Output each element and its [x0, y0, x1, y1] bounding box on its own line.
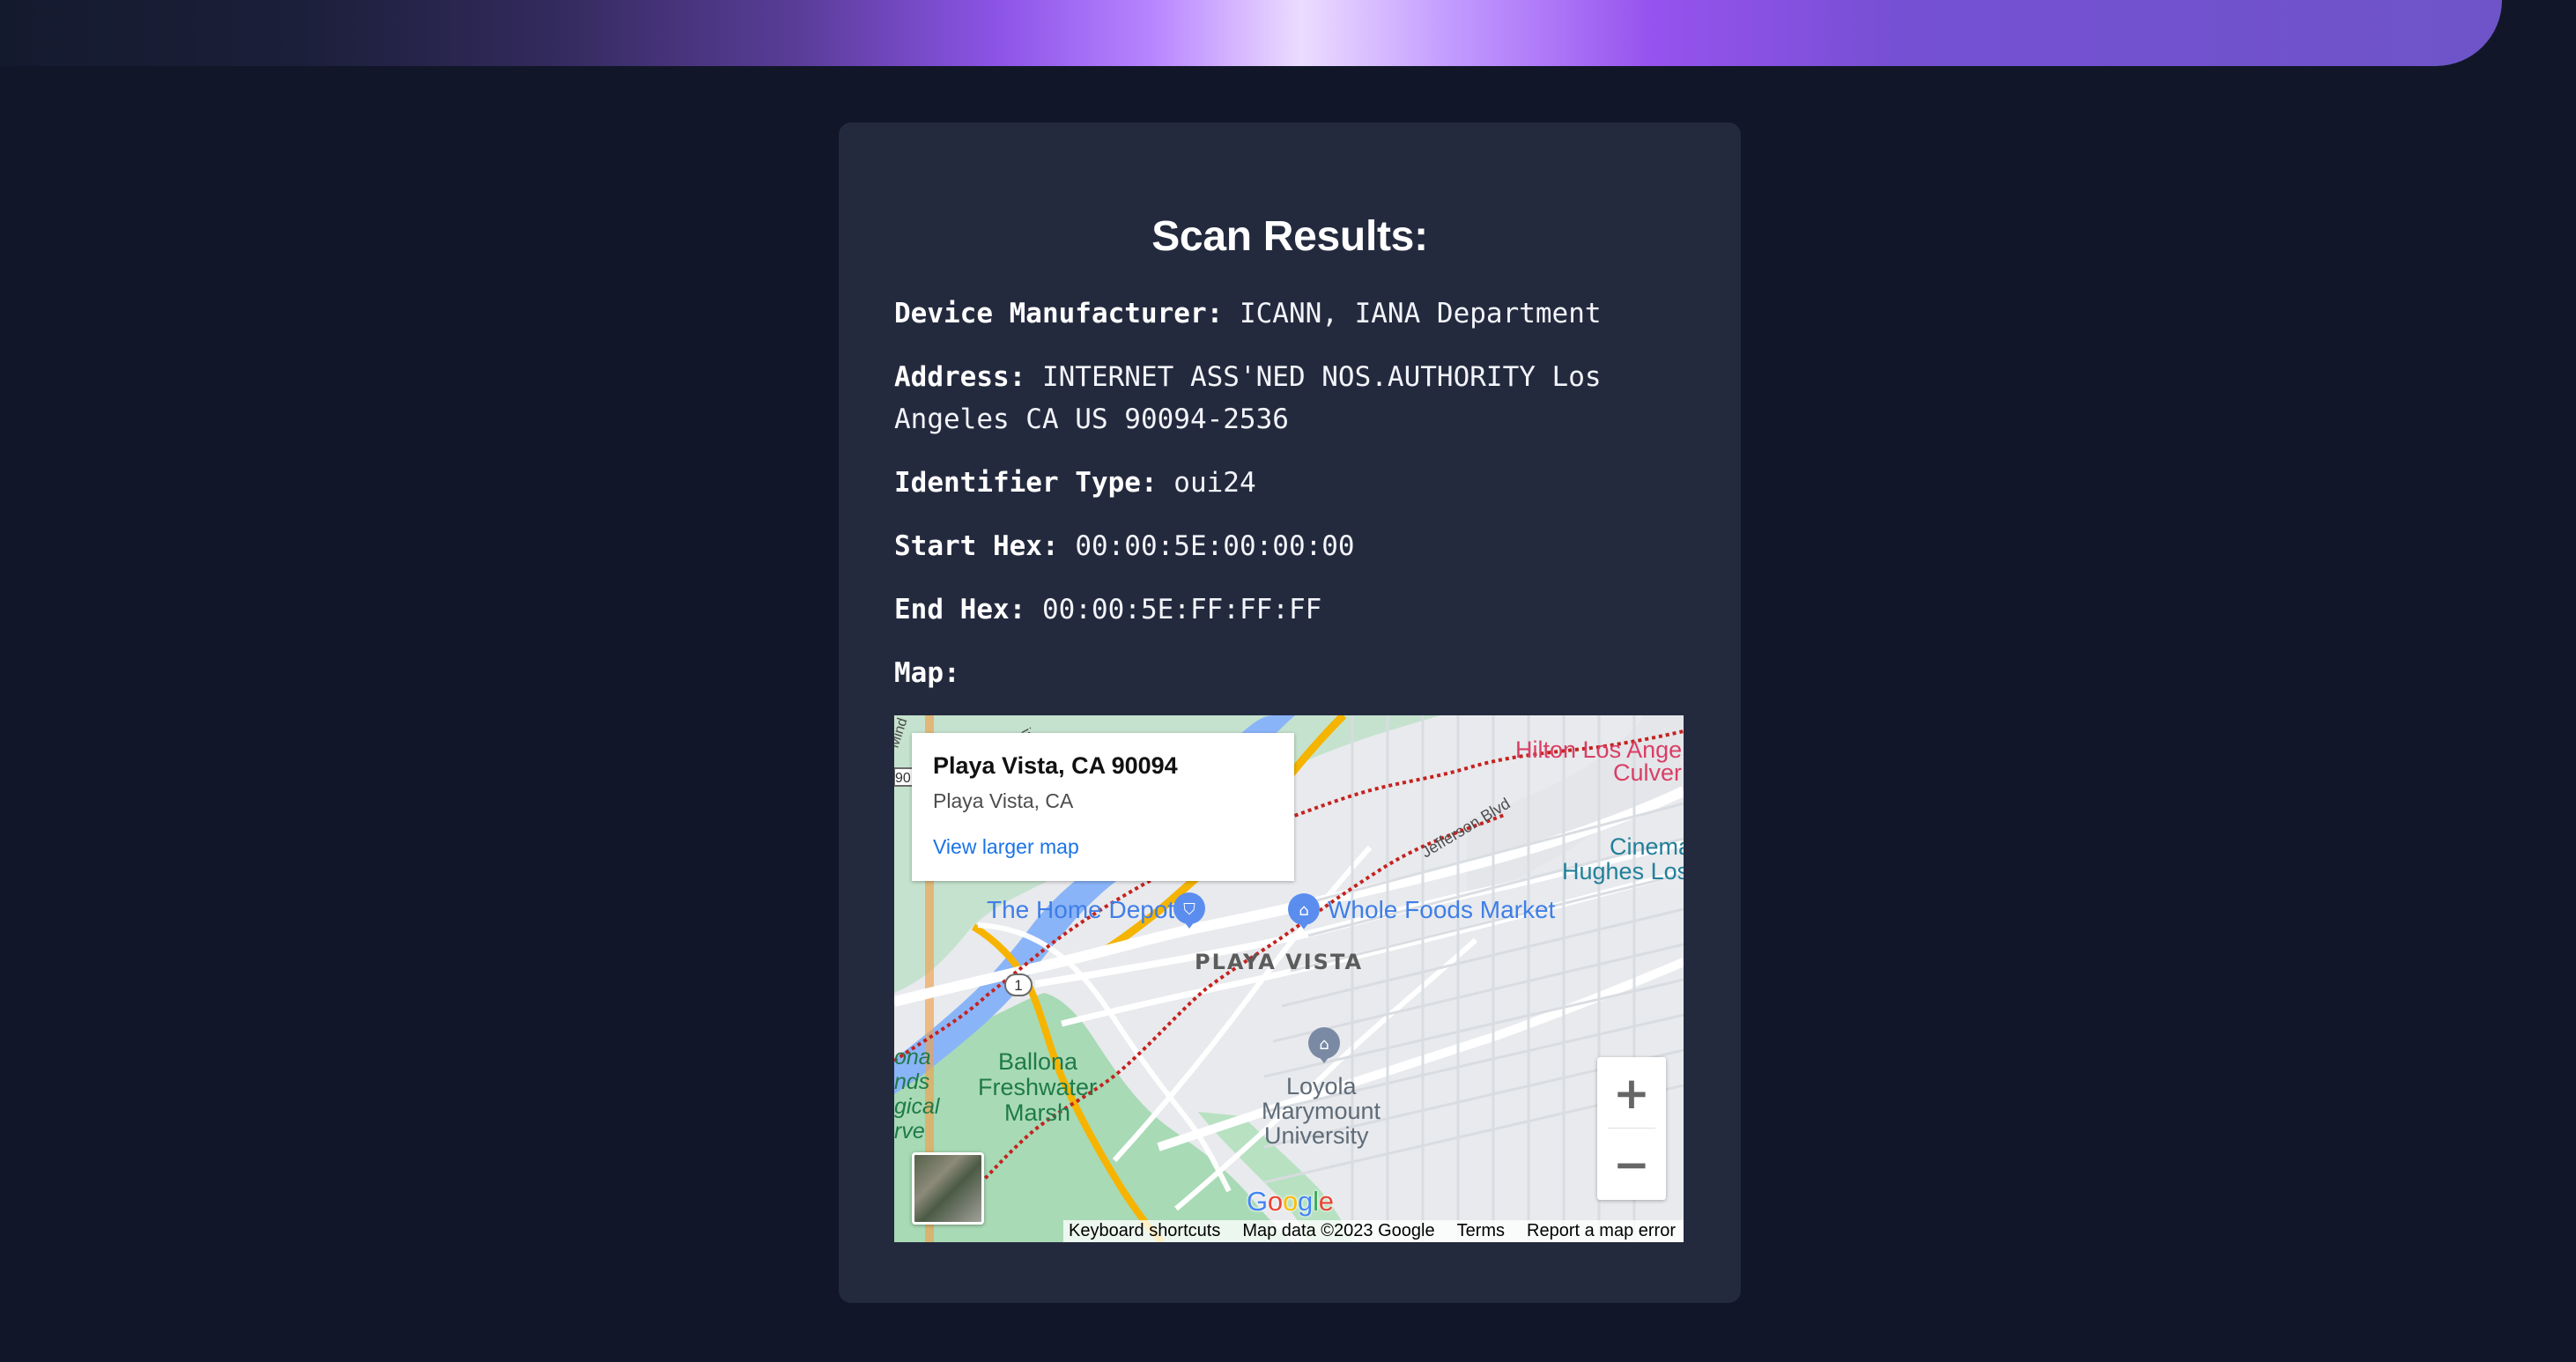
- playa-vista-label: PLAYA VISTA: [1195, 950, 1363, 974]
- address-label: Address:: [894, 361, 1026, 393]
- device-manufacturer-label: Device Manufacturer:: [894, 298, 1224, 329]
- zoom-divider: [1608, 1128, 1655, 1129]
- cinema-label-line-2[interactable]: Hughes Los: [1562, 858, 1684, 885]
- google-logo: Google: [1247, 1186, 1334, 1218]
- ballona-label-line-2: Freshwater: [978, 1074, 1097, 1100]
- zoom-in-button[interactable]: +: [1597, 1057, 1666, 1129]
- map-row: Map:: [894, 652, 1687, 694]
- scan-results-title: Scan Results:: [1151, 213, 1428, 260]
- embedded-google-map[interactable]: ⛉ ⌂ ⌂ 1 90 The Home Depot Whole Foods Ma…: [894, 715, 1684, 1242]
- start-hex-row: Start Hex: 00:00:5E:00:00:00: [894, 525, 1687, 567]
- whole-foods-label[interactable]: Whole Foods Market: [1328, 896, 1556, 923]
- svg-text:⛉: ⛉: [1183, 900, 1195, 919]
- map-place-title: Playa Vista, CA 90094: [933, 752, 1178, 779]
- hilton-label-line-2[interactable]: Culver: [1613, 759, 1682, 786]
- svg-text:⌂: ⌂: [1319, 1035, 1329, 1054]
- lmu-label-line-2[interactable]: Marymount: [1262, 1098, 1381, 1124]
- view-larger-map-link[interactable]: View larger map: [933, 833, 1079, 860]
- terms-link[interactable]: Terms: [1457, 1221, 1505, 1241]
- end-hex-label: End Hex:: [894, 594, 1026, 625]
- identifier-type-row: Identifier Type: oui24: [894, 462, 1687, 504]
- report-map-error-link[interactable]: Report a map error: [1527, 1221, 1676, 1241]
- end-hex-row: End Hex: 00:00:5E:FF:FF:FF: [894, 588, 1687, 631]
- ballona-label-line-1: Ballona: [998, 1048, 1078, 1075]
- device-manufacturer-value: ICANN, IANA Department: [1239, 298, 1602, 329]
- start-hex-value: 00:00:5E:00:00:00: [1075, 530, 1355, 562]
- zoom-out-button[interactable]: −: [1597, 1129, 1666, 1200]
- google-logo-letter: G: [1247, 1186, 1268, 1217]
- google-logo-letter: l: [1313, 1186, 1319, 1217]
- google-logo-letter: o: [1282, 1186, 1299, 1217]
- wetlands-edge-label-3: gical: [894, 1094, 941, 1119]
- wetlands-edge-label-1: ona: [894, 1045, 931, 1070]
- map-footer: Keyboard shortcuts Map data ©2023 Google…: [1063, 1220, 1684, 1242]
- device-manufacturer-row: Device Manufacturer: ICANN, IANA Departm…: [894, 292, 1687, 335]
- route-90-label: 90: [895, 771, 911, 786]
- lmu-label-line-3[interactable]: University: [1264, 1122, 1369, 1149]
- google-logo-letter: g: [1298, 1186, 1314, 1217]
- map-place-card: Playa Vista, CA 90094 Playa Vista, CA Vi…: [912, 733, 1294, 881]
- map-layer-toggle[interactable]: [912, 1152, 984, 1225]
- address-row: Address: INTERNET ASS'NED NOS.AUTHORITY …: [894, 356, 1687, 440]
- map-place-subtitle: Playa Vista, CA: [933, 789, 1074, 812]
- lmu-label-line-1[interactable]: Loyola: [1286, 1073, 1358, 1099]
- google-logo-letter: e: [1318, 1186, 1334, 1217]
- home-depot-label[interactable]: The Home Depot: [987, 896, 1174, 923]
- map-zoom-control: + −: [1597, 1057, 1666, 1200]
- svg-text:⌂: ⌂: [1299, 901, 1308, 920]
- map-label: Map:: [894, 657, 960, 689]
- scan-results-list: Device Manufacturer: ICANN, IANA Departm…: [894, 292, 1685, 694]
- keyboard-shortcuts-link[interactable]: Keyboard shortcuts: [1069, 1221, 1220, 1241]
- cinema-label-line-1[interactable]: Cinema: [1610, 833, 1684, 860]
- google-logo-letter: o: [1267, 1186, 1283, 1217]
- route-1-label: 1: [1014, 977, 1022, 994]
- top-gradient-banner: [0, 0, 2502, 66]
- wetlands-edge-label-4: rve: [894, 1119, 925, 1144]
- end-hex-value: 00:00:5E:FF:FF:FF: [1041, 594, 1322, 625]
- start-hex-label: Start Hex:: [894, 530, 1059, 562]
- map-data-credit: Map data ©2023 Google: [1242, 1221, 1435, 1240]
- wetlands-edge-label-2: nds: [894, 1070, 929, 1094]
- scan-results-card: Scan Results: Device Manufacturer: ICANN…: [839, 122, 1741, 1303]
- ballona-label-line-3: Marsh: [1004, 1099, 1070, 1126]
- identifier-type-value: oui24: [1173, 467, 1256, 499]
- identifier-type-label: Identifier Type:: [894, 467, 1158, 499]
